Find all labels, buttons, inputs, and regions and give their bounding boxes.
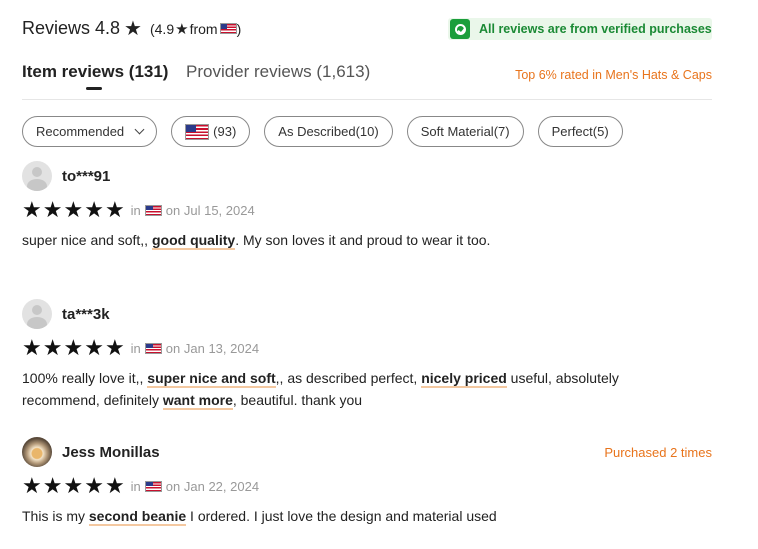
review-meta: ★ ★ ★ ★ ★ in on Jan 22, 2024 [22, 475, 722, 497]
us-flag-icon [144, 342, 162, 354]
star-icon: ★ [42, 335, 63, 360]
tab-item-reviews[interactable]: Item reviews (131) [22, 62, 168, 82]
star-icon: ★ [104, 335, 125, 360]
star-icon: ★ [63, 335, 84, 360]
star-icon: ★ [42, 473, 63, 498]
filter-label: Soft Material(7) [420, 124, 510, 139]
star-icon: ★ [84, 197, 104, 222]
star-rating: ★ ★ ★ ★ ★ [22, 475, 126, 497]
review-highlight: super nice and soft [147, 370, 276, 388]
review-highlight: want more [162, 392, 233, 410]
review-text-part: . My son loves it and proud to wear it t… [235, 232, 491, 248]
star-icon: ★ [124, 17, 142, 40]
review-tabs: Item reviews (131) Provider reviews (1,6… [22, 62, 712, 100]
star-icon: ★ [22, 335, 42, 360]
review-item: Jess Monillas Purchased 2 times ★ ★ ★ ★ … [22, 437, 722, 527]
filter-perfect[interactable]: Perfect(5) [537, 116, 623, 147]
us-flag-icon [219, 23, 237, 34]
review-text-part: This is my [22, 508, 89, 524]
tab-provider-reviews[interactable]: Provider reviews (1,613) [186, 62, 370, 82]
review-date: on Jul 15, 2024 [165, 202, 255, 218]
reviews-title: Reviews 4.8 [22, 18, 121, 38]
star-icon: ★ [42, 197, 63, 222]
seller-rating-close: ) [236, 20, 242, 37]
filter-country-count: (93) [213, 124, 237, 139]
review-item: ta***3k ★ ★ ★ ★ ★ in on Jan 13, 2024 100… [22, 299, 722, 411]
review-item: to***91 ★ ★ ★ ★ ★ in on Jul 15, 2024 sup… [22, 161, 722, 251]
reviewer: Jess Monillas Purchased 2 times [22, 437, 722, 467]
review-text-part: ,, as described perfect, [275, 370, 422, 386]
review-text-part: super nice and soft,, [22, 232, 152, 248]
reviewer: to***91 [22, 161, 722, 191]
reviews-summary: Reviews 4.8 ★ (4.9 ★ from ) [22, 18, 241, 39]
purchase-count-badge: Purchased 2 times [604, 445, 712, 460]
review-text: This is my second beanie I ordered. I ju… [22, 505, 662, 527]
review-date: on Jan 22, 2024 [165, 478, 260, 494]
filter-soft-material[interactable]: Soft Material(7) [406, 116, 524, 147]
star-icon: ★ [84, 473, 104, 498]
star-icon: ★ [63, 197, 84, 222]
review-filters: Recommended (93) As Described(10) Soft M… [22, 116, 637, 147]
reviewer-name: Jess Monillas [62, 443, 160, 461]
review-highlight: second beanie [88, 508, 187, 526]
review-meta: ★ ★ ★ ★ ★ in on Jul 15, 2024 [22, 199, 722, 221]
star-icon: ★ [104, 197, 125, 222]
review-text-part: , beautiful. thank you [232, 392, 363, 408]
sort-dropdown[interactable]: Recommended [22, 116, 158, 147]
review-highlight: nicely priced [421, 370, 507, 388]
us-flag-icon [185, 123, 210, 140]
review-text-part: 100% really love it,, [22, 370, 148, 386]
verified-purchases-banner: All reviews are from verified purchases [448, 18, 712, 40]
star-rating: ★ ★ ★ ★ ★ [22, 199, 126, 221]
star-icon: ★ [175, 20, 189, 38]
sort-label: Recommended [36, 124, 125, 139]
star-icon: ★ [63, 473, 84, 498]
star-icon: ★ [84, 335, 104, 360]
filter-label: As Described(10) [278, 124, 379, 139]
seller-rating: (4.9 ★ from ) [150, 20, 241, 38]
review-highlight: good quality [151, 232, 236, 250]
review-meta: ★ ★ ★ ★ ★ in on Jan 13, 2024 [22, 337, 722, 359]
avatar [22, 299, 52, 329]
reviewer-name: to***91 [62, 167, 111, 185]
avatar [22, 161, 52, 191]
active-tab-indicator [86, 87, 102, 90]
filter-label: Perfect(5) [551, 124, 609, 139]
review-text: super nice and soft,, good quality. My s… [22, 229, 662, 251]
verified-text: All reviews are from verified purchases [479, 22, 712, 36]
seller-rating-from: from [189, 20, 218, 37]
seller-rating-value: (4.9 [149, 20, 175, 37]
reviewer: ta***3k [22, 299, 722, 329]
filter-country[interactable]: (93) [171, 116, 251, 147]
review-in: in [130, 478, 141, 494]
review-in: in [130, 340, 141, 356]
top-rank-badge[interactable]: Top 6% rated in Men's Hats & Caps [515, 68, 712, 82]
filter-as-described[interactable]: As Described(10) [264, 116, 393, 147]
star-rating: ★ ★ ★ ★ ★ [22, 337, 126, 359]
star-icon: ★ [22, 197, 42, 222]
us-flag-icon [144, 204, 162, 216]
review-in: in [130, 202, 141, 218]
star-icon: ★ [22, 473, 42, 498]
avatar [22, 437, 52, 467]
chevron-down-icon [134, 124, 145, 135]
us-flag-icon [144, 480, 162, 492]
review-text-part: I ordered. I just love the design and ma… [186, 508, 497, 524]
shield-check-icon [450, 19, 470, 39]
star-icon: ★ [104, 473, 125, 498]
reviewer-name: ta***3k [62, 305, 110, 323]
review-date: on Jan 13, 2024 [165, 340, 260, 356]
review-text: 100% really love it,, super nice and sof… [22, 367, 662, 411]
